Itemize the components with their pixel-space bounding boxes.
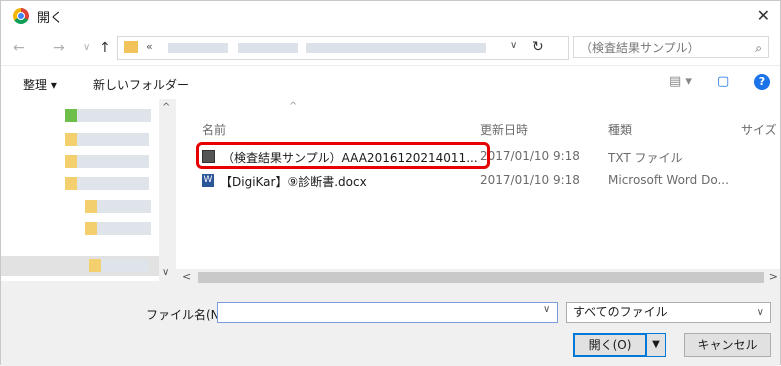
back-button[interactable]: ← — [13, 40, 25, 56]
file-type-select[interactable]: すべてのファイル ∨ — [566, 302, 771, 323]
chrome-icon — [13, 8, 29, 24]
navigation-pane[interactable]: ^ ∨ — [1, 99, 176, 281]
preview-pane-icon[interactable]: ▢ — [717, 74, 729, 89]
nav-item[interactable] — [65, 109, 151, 122]
nav-scrollbar[interactable]: ^ ∨ — [159, 99, 176, 281]
scroll-right-icon[interactable]: > — [769, 270, 778, 283]
file-type-value: すべてのファイル — [573, 305, 668, 319]
file-type: Microsoft Word Do... — [608, 173, 729, 187]
file-type: TXT ファイル — [608, 151, 683, 165]
title-bar: 開く ✕ — [1, 1, 780, 31]
column-header-name[interactable]: 名前 — [202, 121, 226, 138]
column-header-size[interactable]: サイズ — [741, 121, 777, 138]
file-date: 2017/01/10 9:18 — [480, 149, 580, 163]
close-button[interactable]: ✕ — [757, 6, 770, 25]
recent-locations-button[interactable]: ∨ — [83, 42, 90, 53]
open-file-dialog: 開く ✕ ← → ∨ ↑ « ∨ ↻ （検査結果サンプル）AAA20161...… — [0, 0, 781, 366]
search-input[interactable]: （検査結果サンプル）AAA20161... ⌕ — [573, 36, 769, 77]
column-header-date[interactable]: 更新日時 — [480, 121, 528, 138]
path-segment — [238, 43, 298, 53]
file-name: 【DigiKar】⑨診断書.docx — [220, 175, 367, 189]
nav-item[interactable] — [65, 133, 149, 146]
nav-item[interactable] — [85, 222, 151, 235]
scroll-up-icon[interactable]: ^ — [162, 102, 170, 113]
new-folder-button[interactable]: 新しいフォルダー — [93, 76, 189, 93]
nav-item[interactable] — [65, 177, 149, 190]
highlight-annotation — [196, 142, 490, 169]
scroll-left-icon[interactable]: < — [182, 270, 191, 283]
horizontal-scrollbar[interactable]: < > — [176, 269, 780, 286]
chevron-down-icon: ∨ — [756, 307, 764, 318]
filename-dropdown-icon[interactable]: ∨ — [543, 304, 550, 315]
sort-ascending-icon: ^ — [289, 101, 298, 112]
refresh-button[interactable]: ↻ — [532, 39, 544, 55]
word-file-icon: W — [202, 174, 214, 187]
nav-item[interactable] — [85, 200, 151, 213]
path-dropdown-icon[interactable]: ∨ — [510, 40, 517, 51]
folder-icon — [124, 41, 138, 53]
dialog-footer: ファイル名(N): ∨ すべてのファイル ∨ 開く(O) ▼ キャンセル — [1, 287, 780, 366]
organize-menu[interactable]: 整理 ▾ — [23, 76, 57, 93]
forward-button[interactable]: → — [53, 40, 65, 56]
column-header-type[interactable]: 種類 — [608, 121, 632, 138]
view-options-icon[interactable]: ▤ ▾ — [669, 74, 692, 89]
up-button[interactable]: ↑ — [99, 40, 111, 56]
scrollbar-thumb[interactable] — [198, 272, 764, 283]
open-options-arrow[interactable]: ▼ — [646, 333, 666, 357]
path-segment — [168, 43, 228, 53]
filename-input[interactable] — [217, 302, 558, 323]
path-segment — [306, 43, 486, 53]
file-date: 2017/01/10 9:18 — [480, 173, 580, 187]
scroll-down-icon[interactable]: ∨ — [162, 267, 169, 278]
open-button[interactable]: 開く(O) — [573, 333, 647, 357]
nav-item[interactable] — [89, 259, 149, 272]
search-icon[interactable]: ⌕ — [755, 37, 762, 59]
command-bar: 整理 ▾ 新しいフォルダー ▤ ▾ ▢ ? — [1, 65, 780, 101]
address-bar: ← → ∨ ↑ « ∨ ↻ （検査結果サンプル）AAA20161... ⌕ — [1, 31, 780, 77]
help-icon[interactable]: ? — [754, 74, 770, 90]
path-overflow[interactable]: « — [146, 40, 153, 53]
file-row[interactable]: W 【DigiKar】⑨診断書.docx 2017/01/10 9:18 Mic… — [176, 171, 780, 191]
nav-item[interactable] — [65, 155, 149, 168]
path-breadcrumb[interactable]: « ∨ ↻ — [117, 36, 569, 60]
cancel-button[interactable]: キャンセル — [684, 333, 771, 357]
window-title: 開く — [37, 10, 64, 26]
file-list[interactable]: ^ 名前 更新日時 種類 サイズ （検査結果サンプル）AAA2016120214… — [176, 99, 780, 281]
